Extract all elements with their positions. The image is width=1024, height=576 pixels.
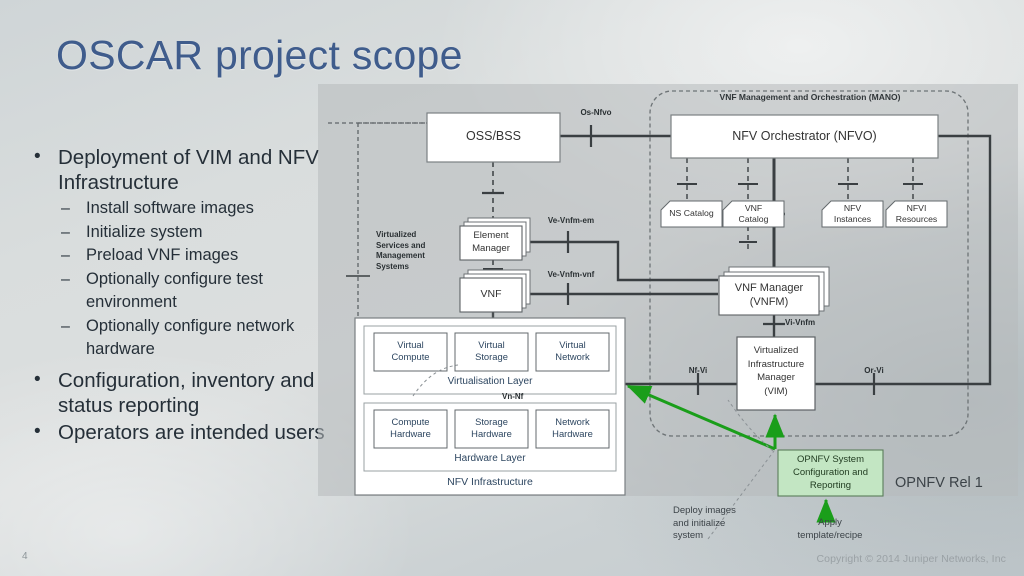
vim-box bbox=[736, 336, 816, 411]
nfv-architecture-diagram: VNF Management and Orchestration (MANO) … bbox=[318, 84, 1018, 541]
nfvo-box bbox=[670, 114, 939, 159]
virtual-compute-box bbox=[373, 332, 448, 372]
bullet-item: Deployment of VIM and NFV Infrastructure bbox=[28, 144, 344, 195]
storage-hardware-box bbox=[454, 409, 529, 449]
vnfm-box bbox=[718, 275, 820, 316]
bullet-item: Optionally configure network hardware bbox=[28, 315, 344, 362]
virtual-network-box bbox=[535, 332, 610, 372]
bullet-item: Initialize system bbox=[28, 221, 344, 245]
nfvi-resources-box bbox=[885, 200, 948, 228]
network-hardware-box bbox=[535, 409, 610, 449]
opnfv-callout-box bbox=[777, 449, 884, 497]
page-title: OSCAR project scope bbox=[56, 32, 463, 78]
bullet-item: Install software images bbox=[28, 197, 344, 221]
bullet-item: Operators are intended users bbox=[28, 419, 344, 445]
opnfv-rel-label: OPNFV Rel 1 bbox=[895, 475, 983, 491]
ns-catalog-box bbox=[660, 200, 723, 228]
bullet-item: Optionally configure test environment bbox=[28, 268, 344, 315]
bullet-item: Preload VNF images bbox=[28, 244, 344, 268]
slide-number: 4 bbox=[22, 551, 28, 562]
vnf-catalog-box bbox=[722, 200, 785, 228]
copyright-notice: Copyright © 2014 Juniper Networks, Inc bbox=[816, 553, 1006, 565]
virtual-storage-box bbox=[454, 332, 529, 372]
vnf-box bbox=[459, 277, 523, 313]
bullet-item: Configuration, inventory and status repo… bbox=[28, 367, 344, 418]
compute-hardware-box bbox=[373, 409, 448, 449]
nfv-instances-box bbox=[821, 200, 884, 228]
bullet-list: Deployment of VIM and NFV Infrastructure… bbox=[28, 144, 344, 447]
oss-bss-box bbox=[426, 112, 561, 163]
element-manager-box bbox=[459, 225, 523, 261]
